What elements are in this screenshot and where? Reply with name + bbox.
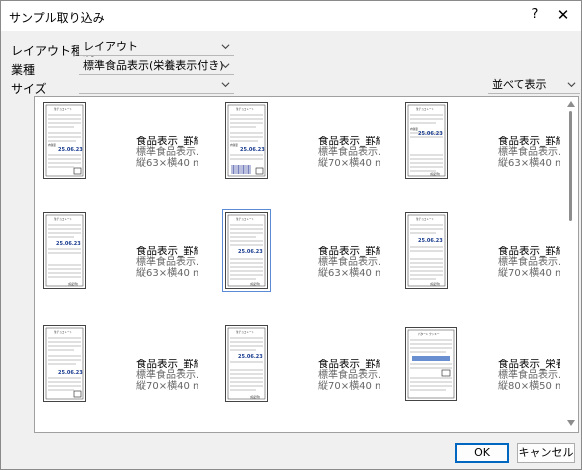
svg-text:[指定例]: [指定例] xyxy=(250,395,260,399)
scrollbar-thumb[interactable] xyxy=(569,111,572,221)
industry-label: 業種 xyxy=(11,63,36,77)
svg-text:生チョコレート: 生チョコレート xyxy=(236,217,255,221)
size-label: サイズ xyxy=(11,82,47,96)
label-preview-image: 生チョコレート 25.06.23 [指定例] xyxy=(45,214,84,287)
sample-thumbnail: 生チョコレート 内容量 25.06.23 [指定例] xyxy=(405,102,448,179)
sample-caption: 食品表示_罫線無_原材料広_6...標準食品表示...縦63×横40 m... xyxy=(498,136,560,169)
svg-text:25.06.23: 25.06.23 xyxy=(418,238,443,244)
label-preview-image: 生チョコレート 内容量 25.06.23 [指定例] xyxy=(407,104,446,177)
sample-thumbnail: 生チョコレート 25.06.23 [指定例] xyxy=(43,212,86,289)
sample-caption: 食品表示_罫線有_原材料広_7...標準食品表示...縦70×横40 m... xyxy=(498,246,560,279)
size-select[interactable] xyxy=(79,77,234,94)
svg-text:25.06.23: 25.06.23 xyxy=(418,131,443,137)
sample-caption: 食品表示_罫線有_バー有_70...標準食品表示...縦70×横40 m... xyxy=(136,359,198,392)
svg-text:25.06.23: 25.06.23 xyxy=(240,147,265,153)
svg-text:25.06.23: 25.06.23 xyxy=(238,249,263,255)
svg-text:25.06.23: 25.06.23 xyxy=(58,147,83,153)
label-preview-image: 生チョコレート 内容量 25.06.23 xyxy=(227,104,266,177)
chevron-down-icon xyxy=(221,44,230,50)
chevron-down-icon xyxy=(221,82,230,88)
chevron-down-icon xyxy=(221,63,230,69)
svg-text:[指定例]: [指定例] xyxy=(68,282,78,286)
layout-type-value: レイアウト xyxy=(83,40,138,53)
cancel-button[interactable]: キャンセル xyxy=(517,443,575,463)
svg-text:25.06.23: 25.06.23 xyxy=(56,241,81,247)
close-button[interactable]: ✕ xyxy=(553,6,573,24)
label-preview-image: 生チョコレート 25.06.23 [指定例] xyxy=(227,214,266,287)
label-preview-image: 生チョコレート 25.06.23 [指定例] xyxy=(227,327,266,400)
svg-text:生チョコレート: 生チョコレート xyxy=(416,217,435,221)
sample-caption: 食品表示_罫線有_原材料普_7...標準食品表示...縦70×横40 m... xyxy=(318,359,380,392)
industry-value: 標準食品表示(栄養表示付き) xyxy=(83,59,224,72)
sample-thumbnail: 生チョコレート 25.06.23 xyxy=(43,325,86,402)
svg-text:生チョコレート: 生チョコレート xyxy=(416,107,435,111)
sample-thumbnail: 生チョコレート 内容量 25.06.23 xyxy=(225,102,268,179)
svg-text:生チョコレート: 生チョコレート xyxy=(54,330,73,334)
svg-text:生チョコレート: 生チョコレート xyxy=(54,217,73,221)
view-mode-select[interactable]: 並べて表示 xyxy=(488,77,580,94)
sample-list[interactable]: 生チョコレート 内容量 25.06.23 食品表示_罫線無_バー無_63...標… xyxy=(34,96,579,433)
sample-caption: 食品表示_罫線無_バー無_63...標準食品表示...縦63×横40 m... xyxy=(136,136,198,169)
vertical-scrollbar[interactable] xyxy=(564,97,578,432)
label-preview-image: パターン クッキー xyxy=(407,329,455,399)
svg-text:内容量: 内容量 xyxy=(230,143,238,147)
title-bar: サンプル取り込み ? ✕ xyxy=(1,1,581,31)
sample-thumbnail: パターン クッキー xyxy=(405,327,457,401)
sample-import-dialog: サンプル取り込み ? ✕ レイアウト種別 レイアウト 業種 標準食品表示(栄養表… xyxy=(0,0,582,470)
label-preview-image: 生チョコレート 25.06.23 xyxy=(45,327,84,400)
dialog-title: サンプル取り込み xyxy=(9,11,105,25)
svg-text:内容量: 内容量 xyxy=(410,127,418,131)
svg-text:[指定例]: [指定例] xyxy=(430,172,440,176)
ok-button[interactable]: OK xyxy=(455,443,509,463)
sample-thumbnail-selected: 生チョコレート 25.06.23 [指定例] xyxy=(222,209,271,292)
chevron-down-icon xyxy=(567,82,576,88)
svg-text:生チョコレート: 生チョコレート xyxy=(236,107,255,111)
sample-caption: 食品表示_栄養有_JAN無_縦...標準食品表示...縦80×横50 m... xyxy=(498,359,560,392)
sample-caption: 食品表示_罫線無_バー有_70...標準食品表示...縦70×横40 m... xyxy=(318,136,380,169)
label-preview-image: 生チョコレート 25.06.23 [指定例] xyxy=(407,214,446,287)
scroll-up-arrow-icon[interactable] xyxy=(567,101,575,107)
layout-type-select[interactable]: レイアウト xyxy=(79,39,234,56)
svg-text:25.06.23: 25.06.23 xyxy=(58,370,83,376)
view-mode-value: 並べて表示 xyxy=(492,78,547,91)
svg-text:生チョコレート: 生チョコレート xyxy=(236,330,255,334)
label-preview-image: 生チョコレート 内容量 25.06.23 xyxy=(45,104,84,177)
svg-text:パターン クッキー: パターン クッキー xyxy=(418,332,440,336)
sample-caption: 食品表示_罫線有_バー無_63...標準食品表示...縦63×横40 m... xyxy=(318,246,380,279)
sample-thumbnail: 生チョコレート 内容量 25.06.23 xyxy=(43,102,86,179)
industry-select[interactable]: 標準食品表示(栄養表示付き) xyxy=(79,58,234,75)
svg-text:生チョコレート: 生チョコレート xyxy=(54,107,73,111)
sample-caption: 食品表示_罫線無_原材料普_6...標準食品表示...縦63×横40 m... xyxy=(136,246,198,279)
svg-text:25.06.23: 25.06.23 xyxy=(238,354,263,360)
svg-text:[指定例]: [指定例] xyxy=(250,282,260,286)
sample-thumbnail: 生チョコレート 25.06.23 [指定例] xyxy=(405,212,448,289)
scroll-down-arrow-icon[interactable] xyxy=(567,420,575,426)
sample-thumbnail: 生チョコレート 25.06.23 [指定例] xyxy=(225,325,268,402)
svg-text:内容量: 内容量 xyxy=(48,143,56,147)
svg-text:[指定例]: [指定例] xyxy=(430,282,440,286)
help-button[interactable]: ? xyxy=(525,7,545,25)
